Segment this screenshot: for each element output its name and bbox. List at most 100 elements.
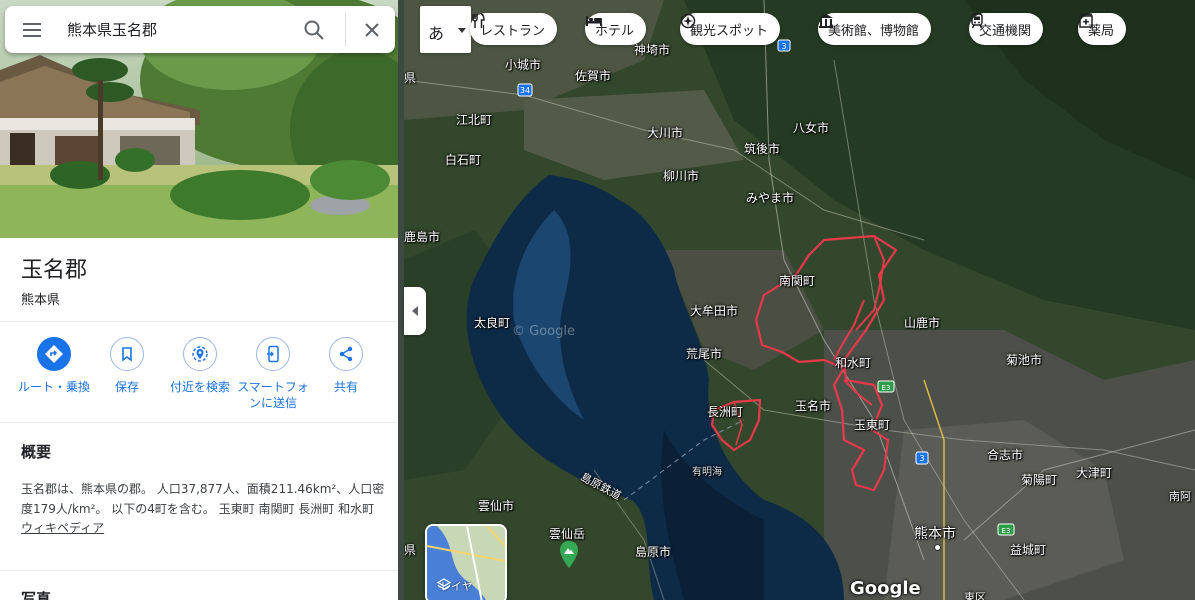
google-logo: Google bbox=[850, 578, 921, 599]
place-panel: 玉名郡 熊本県 ルート・乗換 保存 付近を検索 bbox=[0, 0, 398, 600]
map-label-mashiki[interactable]: 益城町 bbox=[1010, 541, 1046, 558]
input-method-label: あ bbox=[428, 24, 445, 43]
divider bbox=[0, 570, 398, 571]
save-button[interactable]: 保存 bbox=[87, 337, 167, 395]
map-label-unzendake[interactable]: 雲仙岳 bbox=[549, 525, 585, 542]
directions-label: ルート・乗換 bbox=[17, 380, 90, 394]
directions-button[interactable]: ルート・乗換 bbox=[14, 337, 94, 395]
send-to-phone-icon bbox=[267, 345, 279, 363]
send-to-phone-button[interactable]: スマートフォンに送信 bbox=[233, 337, 313, 411]
chip-museum[interactable]: 美術館、博物館 bbox=[818, 13, 932, 45]
place-subtitle: 熊本県 bbox=[21, 293, 61, 308]
map-label-miyama[interactable]: みやま市 bbox=[746, 189, 794, 206]
collapse-panel-button[interactable] bbox=[404, 287, 426, 335]
bookmark-icon bbox=[122, 347, 132, 362]
map-label-yame[interactable]: 八女市 bbox=[793, 119, 829, 136]
map-label-okawa[interactable]: 大川市 bbox=[647, 124, 683, 141]
map-label-chikugo[interactable]: 筑後市 bbox=[744, 140, 780, 157]
map-label-unzen-city[interactable]: 雲仙市 bbox=[478, 497, 514, 514]
search-input[interactable] bbox=[67, 17, 297, 41]
restaurant-icon bbox=[472, 13, 485, 28]
hotel-icon bbox=[586, 16, 602, 26]
map-label-minami-aso[interactable]: 南阿 bbox=[1169, 488, 1191, 504]
museum-icon bbox=[819, 14, 833, 28]
overview-description: 玉名郡は、熊本県の郡。 人口37,877人、面積211.46km²、人口密度17… bbox=[21, 482, 385, 516]
shield-34: 34 bbox=[520, 86, 530, 95]
photos-title: 写真 bbox=[21, 590, 52, 600]
input-method-toggle[interactable]: あ bbox=[420, 6, 471, 53]
map-label-kohoku[interactable]: 江北町 bbox=[456, 111, 492, 128]
overview-text: 玉名郡は、熊本県の郡。 人口37,877人、面積211.46km²、人口密度17… bbox=[21, 480, 386, 539]
map-label-kikuyo[interactable]: 菊陽町 bbox=[1021, 471, 1057, 488]
route-shield: 3 bbox=[915, 451, 929, 465]
menu-button[interactable] bbox=[19, 17, 45, 43]
map-label-kashima[interactable]: 鹿島市 bbox=[404, 228, 440, 245]
map-label-yanagawa[interactable]: 柳川市 bbox=[663, 167, 699, 184]
map-label-nagomi[interactable]: 和水町 bbox=[835, 354, 871, 371]
nearby-icon bbox=[192, 346, 208, 362]
map-watermark: © Google bbox=[512, 324, 575, 339]
close-icon bbox=[365, 23, 379, 37]
map-label-higashi[interactable]: 東区 bbox=[964, 589, 986, 600]
save-label: 保存 bbox=[114, 380, 139, 394]
chip-transit-label: 交通機関 bbox=[979, 23, 1032, 39]
map-label-kikuchi[interactable]: 菊池市 bbox=[1006, 351, 1042, 368]
map-label-yamaga[interactable]: 山鹿市 bbox=[904, 314, 940, 331]
chip-pharmacy[interactable]: 薬局 bbox=[1078, 13, 1127, 45]
map-label-shimabara[interactable]: 島原市 bbox=[635, 543, 671, 560]
search-icon bbox=[304, 20, 324, 40]
clear-search-button[interactable] bbox=[359, 17, 385, 43]
chip-transit[interactable]: 交通機関 bbox=[969, 13, 1044, 45]
attraction-icon bbox=[680, 13, 696, 29]
map-label-ken[interactable]: 県 bbox=[404, 69, 416, 86]
map-label-arao[interactable]: 荒尾市 bbox=[686, 345, 722, 362]
map-label-ken2[interactable]: 県 bbox=[404, 541, 416, 558]
divider bbox=[0, 422, 398, 423]
place-title: 玉名郡 bbox=[21, 258, 88, 283]
satellite-map[interactable]: 34 3 3 E3 E3 神埼市 小城市 佐賀市 江北町 大川市 八女市 白石町… bbox=[404, 0, 1195, 600]
share-button[interactable]: 共有 bbox=[306, 337, 386, 395]
share-label: 共有 bbox=[333, 380, 358, 394]
chip-attraction-label: 観光スポット bbox=[690, 23, 769, 39]
mountain-pin-icon bbox=[560, 541, 578, 568]
overview-title: 概要 bbox=[21, 443, 52, 461]
map-label-saga[interactable]: 佐賀市 bbox=[575, 67, 611, 84]
city-dot bbox=[934, 544, 941, 551]
pharmacy-icon bbox=[1079, 13, 1093, 28]
route-shield: 3 bbox=[777, 39, 791, 52]
shield-3: 3 bbox=[781, 42, 786, 51]
map-label-gyokuto[interactable]: 玉東町 bbox=[854, 416, 890, 433]
chip-attraction[interactable]: 観光スポット bbox=[680, 13, 781, 45]
map-label-nagasu[interactable]: 長洲町 bbox=[707, 403, 743, 420]
chevron-left-icon bbox=[412, 306, 418, 316]
nearby-button[interactable]: 付近を検索 bbox=[160, 337, 240, 395]
map-label-kanzaki[interactable]: 神埼市 bbox=[634, 41, 670, 58]
share-icon bbox=[339, 346, 353, 362]
search-box bbox=[5, 6, 395, 53]
divider bbox=[0, 321, 398, 322]
shield-3b: 3 bbox=[919, 454, 924, 463]
map-label-kumamoto[interactable]: 熊本市 bbox=[914, 523, 956, 543]
transit-icon bbox=[971, 13, 983, 29]
map-imagery: 34 3 3 E3 E3 bbox=[404, 0, 1195, 600]
search-button[interactable] bbox=[301, 17, 327, 43]
shield-e3b: E3 bbox=[1002, 527, 1011, 535]
shield-e3: E3 bbox=[882, 384, 891, 392]
map-label-nankan[interactable]: 南関町 bbox=[779, 272, 815, 289]
chip-restaurant-label: レストラン bbox=[480, 23, 546, 39]
map-label-koshi[interactable]: 合志市 bbox=[987, 446, 1023, 463]
layers-button[interactable]: レイヤ bbox=[425, 524, 507, 600]
route-shield: 34 bbox=[517, 83, 533, 97]
map-label-tamana[interactable]: 玉名市 bbox=[795, 397, 831, 414]
map-label-ariake[interactable]: 有明海 bbox=[692, 463, 722, 478]
chevron-down-icon bbox=[458, 28, 466, 33]
chip-restaurant[interactable]: レストラン bbox=[470, 13, 558, 45]
map-label-omuta[interactable]: 大牟田市 bbox=[690, 302, 738, 319]
chip-hotel[interactable]: ホテル bbox=[585, 13, 647, 45]
map-label-shiroishi[interactable]: 白石町 bbox=[445, 151, 481, 168]
map-label-ozu[interactable]: 大津町 bbox=[1076, 464, 1112, 481]
map-label-tara[interactable]: 太良町 bbox=[474, 314, 510, 331]
layers-label-wrap: レイヤ bbox=[437, 578, 473, 594]
wikipedia-link[interactable]: ウィキペディア bbox=[21, 521, 104, 535]
map-label-ogi[interactable]: 小城市 bbox=[505, 56, 541, 73]
